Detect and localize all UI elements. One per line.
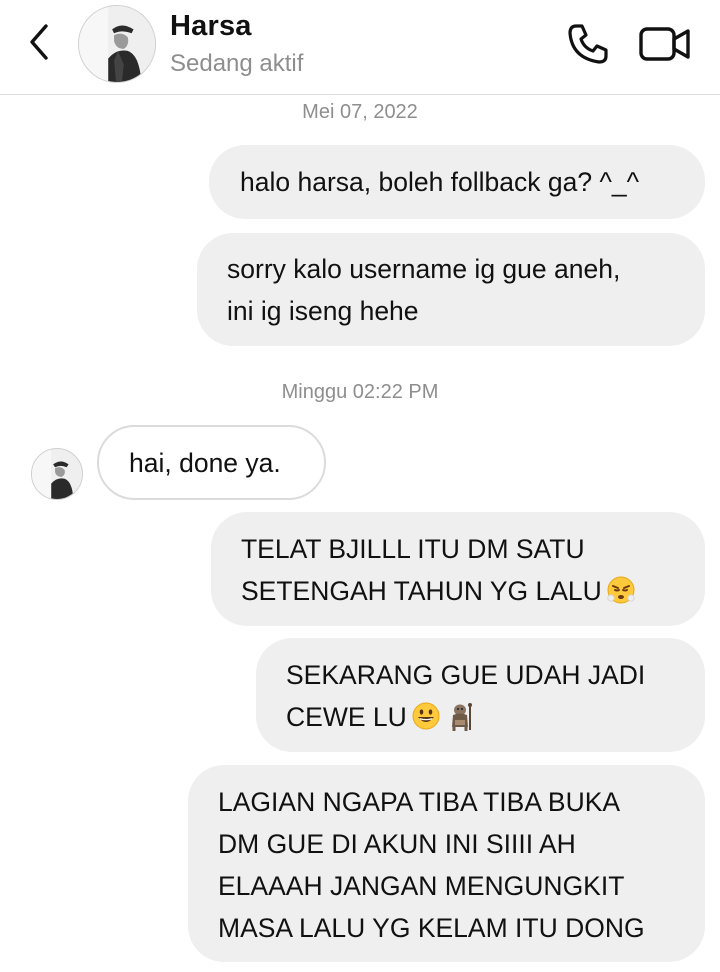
grinning-face-emoji [411,701,441,731]
outgoing-message[interactable]: LAGIAN NGAPA TIBA TIBA BUKA DM GUE DI AK… [188,765,705,962]
message-line: CEWE LU [286,696,677,738]
back-button[interactable] [22,22,56,62]
date-separator: Mei 07, 2022 [302,101,418,123]
message-text: hai, done ya. [129,448,281,478]
message-text: sorry kalo username ig gue aneh, [227,254,621,284]
message-text: SETENGAH TAHUN YG LALU [241,576,602,606]
message-text: ini ig iseng hehe [227,296,419,326]
chevron-left-icon [30,24,48,60]
outgoing-message[interactable]: halo harsa, boleh follback ga? ^_^ [209,145,705,219]
audio-call-button[interactable] [566,22,610,66]
troll-emoji [445,701,475,731]
message-text: SEKARANG GUE UDAH JADI [286,660,646,690]
message-text: halo harsa, boleh follback ga? ^_^ [240,167,640,197]
outgoing-message[interactable]: SEKARANG GUE UDAH JADI CEWE LU [256,638,705,752]
incoming-message[interactable]: hai, done ya. [97,425,326,500]
contact-avatar[interactable] [78,5,156,83]
contact-name[interactable]: Harsa [170,10,252,43]
message-text: TELAT BJILLL ITU DM SATU [241,534,585,564]
sender-avatar[interactable] [31,448,83,500]
profile-photo [32,449,82,499]
video-call-button[interactable] [638,24,692,64]
message-text: ELAAAH JANGAN MENGUNGKIT [218,871,625,901]
message-text: CEWE LU [286,702,407,732]
steaming-face-emoji [606,575,636,605]
active-status: Sedang aktif [170,50,304,77]
message-text: LAGIAN NGAPA TIBA TIBA BUKA [218,787,621,817]
message-text: MASA LALU YG KELAM ITU DONG [218,913,645,943]
outgoing-message[interactable]: sorry kalo username ig gue aneh, ini ig … [197,233,705,346]
video-camera-icon [639,27,690,61]
outgoing-message[interactable]: TELAT BJILLL ITU DM SATU SETENGAH TAHUN … [211,512,705,626]
date-separator: Minggu 02:22 PM [281,381,439,403]
message-line: SETENGAH TAHUN YG LALU [241,570,677,612]
message-text: DM GUE DI AKUN INI SIIII AH [218,829,576,859]
profile-photo [79,6,155,82]
chat-header: Harsa Sedang aktif [0,0,720,95]
phone-icon [568,24,608,64]
